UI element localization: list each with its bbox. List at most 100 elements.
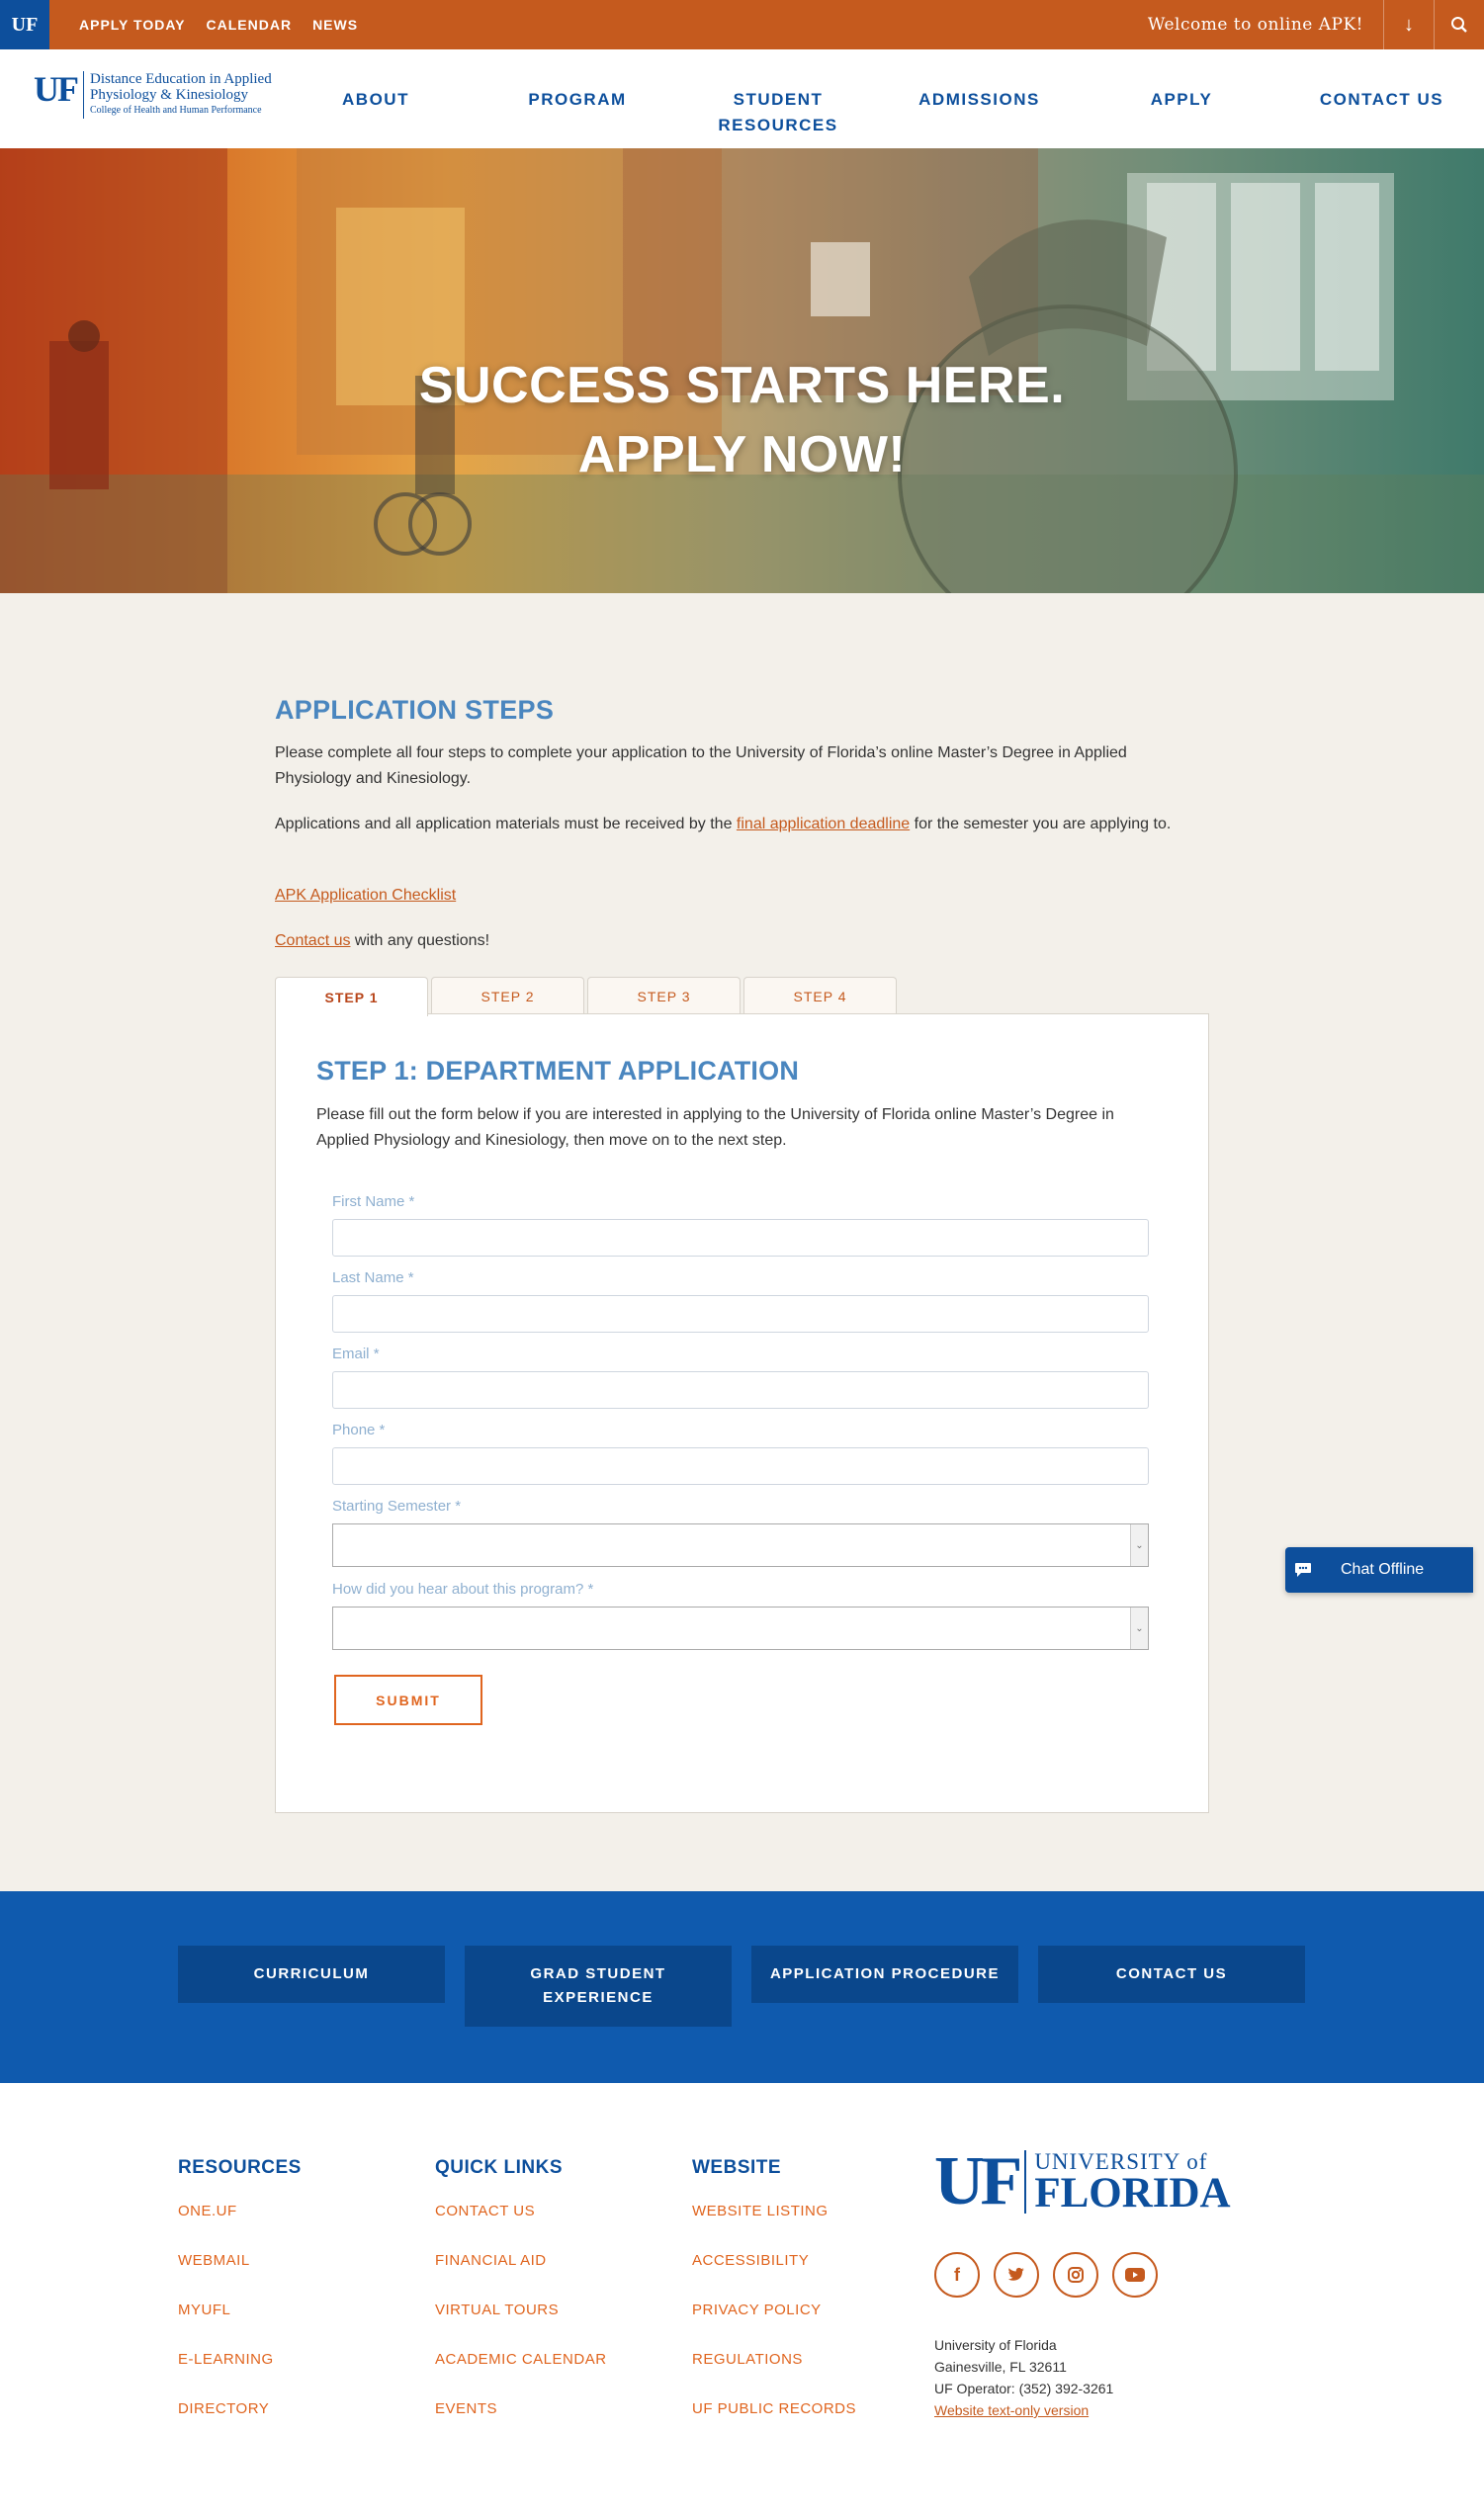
footer-link[interactable]: REGULATIONS (692, 2351, 856, 2400)
contact-text-post: with any questions! (350, 932, 490, 949)
footer-address: University of Florida Gainesville, FL 32… (934, 2334, 1113, 2421)
intro-paragraph: Please complete all four steps to comple… (275, 744, 1127, 787)
uf-logo-mark: UF (934, 2143, 1022, 2219)
instagram-icon[interactable] (1053, 2252, 1098, 2298)
apk-checklist-link[interactable]: APK Application Checklist (275, 887, 456, 904)
application-procedure-button[interactable]: APPLICATION PROCEDURE (751, 1946, 1018, 2003)
footer-column-title: QUICK LINKS (435, 2157, 563, 2178)
chat-bubble-icon (1285, 1547, 1321, 1593)
contact-us-link[interactable]: Contact us (275, 932, 350, 949)
address-line-1: University of Florida (934, 2337, 1057, 2353)
footer-link[interactable]: EVENTS (435, 2400, 607, 2450)
required-marker: * (379, 1422, 386, 1438)
hero-banner: SUCCESS STARTS HERE. APPLY NOW! (0, 148, 1484, 593)
uf-logo-bottom: FLORIDA (1034, 2170, 1231, 2216)
contact-paragraph: Contact us with any questions! (275, 928, 1204, 954)
footer-link[interactable]: WEBMAIL (178, 2252, 302, 2302)
arrow-down-icon[interactable]: ↓ (1384, 0, 1434, 49)
main-content: APPLICATION STEPS Please complete all fo… (0, 593, 1484, 1891)
footer-link[interactable]: ONE.UF (178, 2203, 302, 2252)
nav-contact-us[interactable]: CONTACT US (1305, 87, 1458, 113)
required-marker: * (408, 1193, 415, 1210)
site-header: UF Distance Education in Applied Physiol… (0, 49, 1484, 148)
logo-uf-mark: UF (34, 71, 84, 119)
news-link[interactable]: NEWS (312, 17, 358, 33)
nav-program[interactable]: PROGRAM (513, 87, 642, 113)
chevron-down-icon[interactable]: ⌄ (1130, 1524, 1148, 1566)
footer-link[interactable]: ACADEMIC CALENDAR (435, 2351, 607, 2400)
logo-text: Distance Education in Applied Physiology… (84, 71, 272, 119)
youtube-icon[interactable] (1112, 2252, 1158, 2298)
starting-semester-label-text: Starting Semester (332, 1498, 452, 1515)
tab-step-2[interactable]: STEP 2 (431, 977, 584, 1014)
chat-label: Chat Offline (1341, 1561, 1425, 1578)
utility-links: APPLY TODAY CALENDAR NEWS (79, 0, 358, 49)
starting-semester-label: Starting Semester * (332, 1498, 461, 1515)
site-footer: RESOURCES ONE.UF WEBMAIL MYUFL E-LEARNIN… (0, 2083, 1484, 2520)
footer-link[interactable]: VIRTUAL TOURS (435, 2302, 607, 2351)
tab-step-4[interactable]: STEP 4 (743, 977, 897, 1014)
text-only-version-link[interactable]: Website text-only version (934, 2402, 1089, 2418)
deadline-text-post: for the semester you are applying to. (910, 816, 1172, 832)
required-marker: * (373, 1346, 380, 1362)
uf-operator-phone: UF Operator: (352) 392-3261 (934, 2381, 1114, 2396)
logo-line-3: College of Health and Human Performance (90, 105, 262, 116)
first-name-label-text: First Name (332, 1193, 405, 1210)
band-contact-us-button[interactable]: CONTACT US (1038, 1946, 1305, 2003)
curriculum-button[interactable]: CURRICULUM (178, 1946, 445, 2003)
nav-apply[interactable]: APPLY (1127, 87, 1236, 113)
utility-bar: UF APPLY TODAY CALENDAR NEWS Welcome to … (0, 0, 1484, 49)
search-icon[interactable] (1435, 0, 1484, 49)
phone-label: Phone * (332, 1422, 385, 1438)
deadline-text-pre: Applications and all application materia… (275, 816, 737, 832)
university-of-florida-logo[interactable]: UF UNIVERSITY of FLORIDA (934, 2143, 1231, 2219)
footer-link[interactable]: DIRECTORY (178, 2400, 302, 2450)
facebook-icon[interactable]: f (934, 2252, 980, 2298)
footer-link[interactable]: ACCESSIBILITY (692, 2252, 856, 2302)
footer-link[interactable]: E-LEARNING (178, 2351, 302, 2400)
apply-today-link[interactable]: APPLY TODAY (79, 17, 186, 33)
grad-student-experience-button[interactable]: GRAD STUDENT EXPERIENCE (465, 1946, 732, 2027)
how-did-you-hear-label-text: How did you hear about this program? (332, 1581, 584, 1598)
welcome-message[interactable]: Welcome to online APK! (1148, 0, 1363, 49)
email-input[interactable] (332, 1371, 1149, 1409)
footer-link[interactable]: CONTACT US (435, 2203, 607, 2252)
tab-step-3[interactable]: STEP 3 (587, 977, 741, 1014)
social-links: f (934, 2252, 1158, 2298)
first-name-input[interactable] (332, 1219, 1149, 1257)
nav-about[interactable]: ABOUT (316, 87, 435, 113)
chevron-down-icon[interactable]: ⌄ (1130, 1608, 1148, 1649)
nav-admissions[interactable]: ADMISSIONS (908, 87, 1051, 113)
required-marker: * (455, 1498, 462, 1515)
how-did-you-hear-label: How did you hear about this program? * (332, 1581, 593, 1598)
hero-heading-line-1: SUCCESS STARTS HERE. (418, 357, 1066, 414)
checklist-paragraph: APK Application Checklist (275, 883, 1204, 909)
hero-heading-line-2: APPLY NOW! (577, 426, 907, 483)
final-deadline-link[interactable]: final application deadline (737, 816, 910, 832)
chat-widget[interactable]: Chat Offline (1285, 1547, 1473, 1593)
starting-semester-select[interactable]: ⌄ (332, 1523, 1149, 1567)
last-name-input[interactable] (332, 1295, 1149, 1333)
quick-buttons-band: CURRICULUM GRAD STUDENT EXPERIENCE APPLI… (0, 1891, 1484, 2083)
address-line-2: Gainesville, FL 32611 (934, 2359, 1067, 2375)
step-1-panel: STEP 1: DEPARTMENT APPLICATION Please fi… (275, 1013, 1209, 1813)
required-marker: * (407, 1269, 414, 1286)
calendar-link[interactable]: CALENDAR (207, 17, 293, 33)
uf-badge-logo[interactable]: UF (0, 0, 49, 49)
how-did-you-hear-select[interactable]: ⌄ (332, 1607, 1149, 1650)
site-logo[interactable]: UF Distance Education in Applied Physiol… (34, 71, 272, 119)
footer-link[interactable]: FINANCIAL AID (435, 2252, 607, 2302)
phone-input[interactable] (332, 1447, 1149, 1485)
footer-link[interactable]: WEBSITE LISTING (692, 2203, 856, 2252)
deadline-paragraph: Applications and all application materia… (275, 812, 1204, 837)
email-label-text: Email (332, 1346, 370, 1362)
nav-student-resources[interactable]: STUDENT RESOURCES (714, 87, 842, 138)
footer-link[interactable]: MYUFL (178, 2302, 302, 2351)
footer-link[interactable]: PRIVACY POLICY (692, 2302, 856, 2351)
logo-line-2: Physiology & Kinesiology (90, 87, 249, 103)
tab-step-1[interactable]: STEP 1 (275, 977, 428, 1016)
footer-link[interactable]: UF PUBLIC RECORDS (692, 2400, 856, 2450)
twitter-icon[interactable] (994, 2252, 1039, 2298)
first-name-label: First Name * (332, 1193, 414, 1210)
submit-button[interactable]: SUBMIT (334, 1675, 482, 1725)
